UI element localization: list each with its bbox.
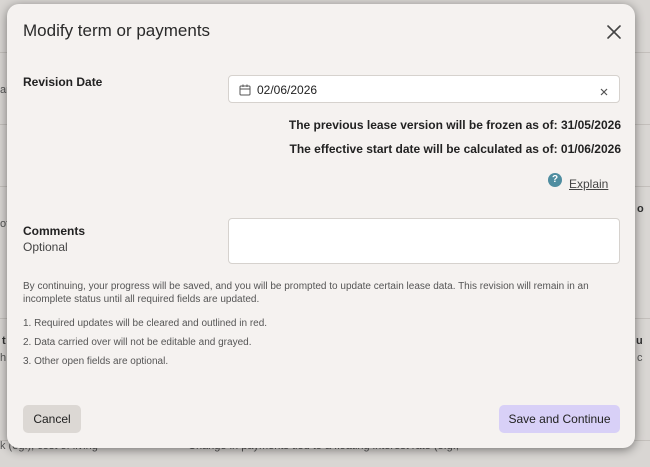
cancel-button[interactable]: Cancel: [23, 405, 81, 433]
modify-term-dialog: Modify term or payments Revision Date 02…: [7, 4, 635, 448]
note-item: 3. Other open fields are optional.: [23, 356, 169, 367]
note-item: 1. Required updates will be cleared and …: [23, 318, 268, 329]
comments-textarea[interactable]: [228, 218, 620, 264]
bg-text-fragment: u: [636, 335, 643, 347]
note-item: 2. Data carried over will not be editabl…: [23, 337, 252, 348]
calendar-icon: [239, 83, 251, 96]
revision-date-input[interactable]: 02/06/2026: [228, 75, 620, 103]
progress-disclaimer: By continuing, your progress will be sav…: [23, 281, 589, 305]
comments-label: Comments: [23, 224, 86, 238]
bg-text-fragment: t: [2, 335, 6, 347]
frozen-date-info: The previous lease version will be froze…: [288, 118, 621, 132]
close-icon[interactable]: [605, 23, 623, 41]
clear-icon[interactable]: [599, 84, 609, 96]
bg-text-fragment: o: [637, 203, 644, 215]
dialog-title: Modify term or payments: [23, 21, 211, 40]
screen-backdrop: ar of t h o u c k (eg.), cost of living …: [0, 0, 650, 467]
revision-date-label: Revision Date: [23, 75, 103, 89]
bg-text-fragment: c: [637, 352, 643, 364]
explain-link[interactable]: Explain: [569, 177, 608, 191]
effective-date-info: The effective start date will be calcula…: [289, 142, 621, 156]
help-icon[interactable]: ?: [548, 173, 562, 187]
comments-optional-label: Optional: [23, 240, 68, 254]
save-and-continue-button[interactable]: Save and Continue: [499, 405, 620, 433]
revision-date-value: 02/06/2026: [257, 83, 318, 97]
bg-text-fragment: h: [0, 352, 7, 364]
